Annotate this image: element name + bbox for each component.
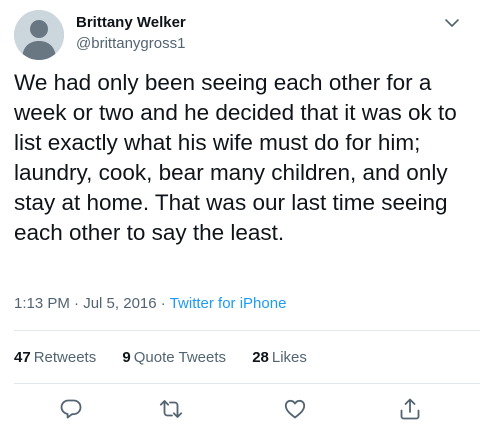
retweet-icon (159, 400, 183, 418)
tweet-author: Brittany Welker @brittanygross1 (76, 14, 186, 53)
quote-tweets-count: 9 (122, 349, 131, 366)
likes-stat[interactable]: 28 Likes (252, 348, 307, 368)
share-icon (400, 398, 420, 420)
likes-label: Likes (271, 349, 307, 366)
default-avatar-icon (14, 10, 64, 60)
tweet-actions (0, 392, 480, 428)
tweet-source-link[interactable]: Twitter for iPhone (170, 295, 287, 312)
likes-count: 28 (252, 349, 269, 366)
tweet-text: We had only been seeing each other for a… (14, 70, 457, 245)
quote-tweets-label: Quote Tweets (133, 349, 227, 366)
retweet-button[interactable] (158, 396, 184, 422)
retweets-label: Retweets (33, 349, 97, 366)
retweets-count: 47 (14, 349, 31, 366)
chevron-down-icon[interactable] (442, 13, 462, 33)
reply-icon (60, 399, 82, 419)
heart-icon (284, 399, 306, 419)
divider (14, 383, 480, 384)
tweet-date[interactable]: Jul 5, 2016 (83, 295, 156, 312)
tweet-time[interactable]: 1:13 PM (14, 295, 70, 312)
meta-separator: · (160, 295, 166, 312)
share-button[interactable] (397, 396, 423, 422)
reply-button[interactable] (58, 396, 84, 422)
author-handle[interactable]: @brittanygross1 (76, 35, 186, 53)
tweet-meta: 1:13 PM · Jul 5, 2016 · Twitter for iPho… (14, 294, 286, 314)
retweets-stat[interactable]: 47 Retweets (14, 348, 96, 368)
divider (14, 330, 480, 331)
author-display-name[interactable]: Brittany Welker (76, 14, 186, 32)
meta-separator: · (74, 295, 80, 312)
tweet-stats: 47 Retweets 9 Quote Tweets 28 Likes (14, 348, 329, 368)
avatar[interactable] (14, 10, 64, 60)
like-button[interactable] (282, 396, 308, 422)
quote-tweets-stat[interactable]: 9 Quote Tweets (122, 348, 226, 368)
